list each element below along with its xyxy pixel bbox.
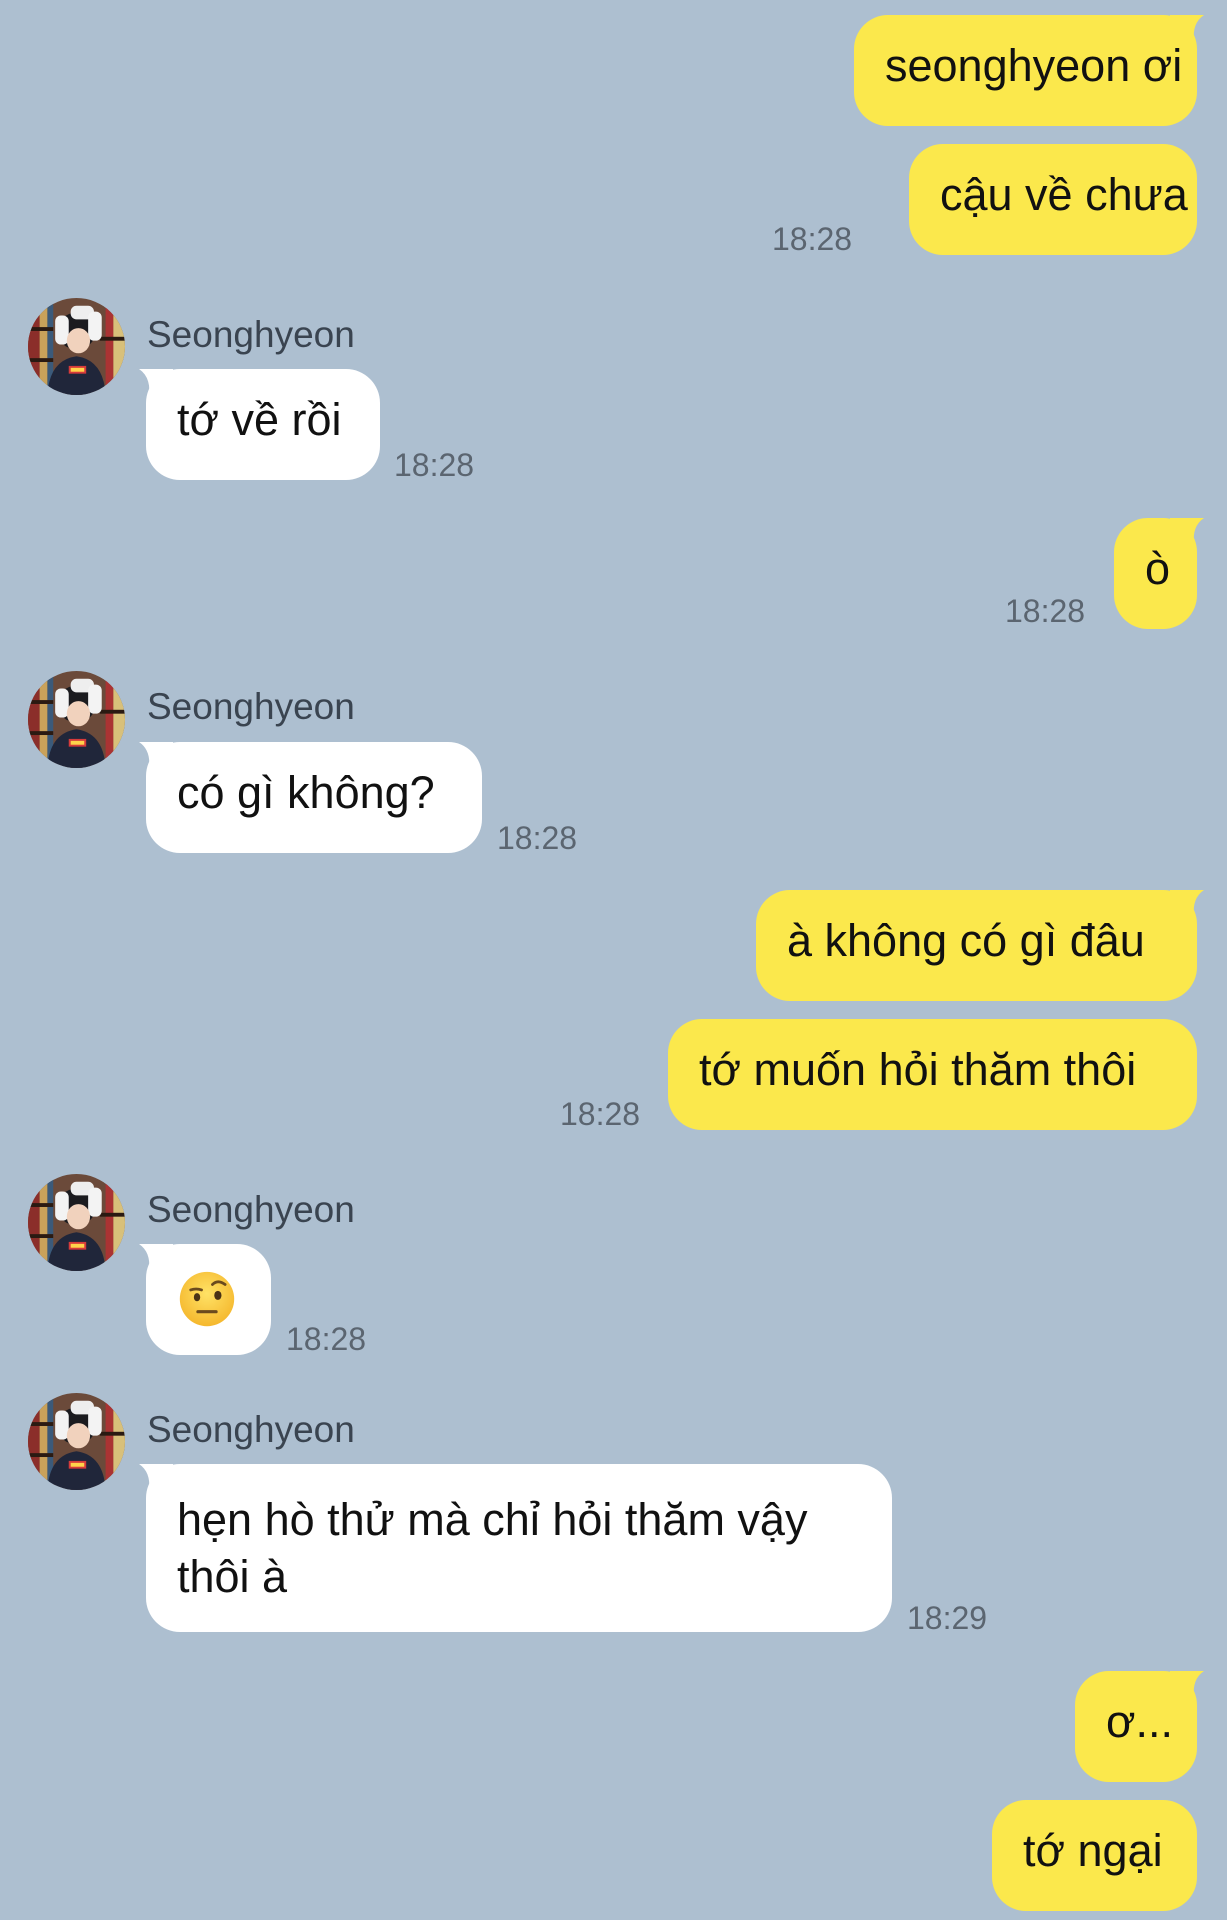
avatar-photo: [28, 671, 125, 768]
my-message-bubble[interactable]: ơ...: [1075, 1671, 1204, 1782]
contact-name: Seonghyeon: [147, 1189, 355, 1230]
contact-name: Seonghyeon: [147, 686, 355, 727]
message-text: tớ ngại: [1023, 1825, 1163, 1876]
bubble-tail-icon: [139, 369, 173, 395]
message-timestamp: 18:28: [497, 820, 578, 856]
my-message-bubble[interactable]: cậu về chưa: [909, 144, 1197, 255]
my-message-bubble[interactable]: tớ ngại: [992, 1800, 1197, 1911]
face-with-raised-eyebrow-icon: [179, 1271, 235, 1327]
my-message-bubble[interactable]: tớ muốn hỏi thăm thôi: [668, 1019, 1197, 1130]
contact-avatar[interactable]: [28, 1393, 125, 1490]
contact-avatar[interactable]: [28, 298, 125, 395]
message-timestamp: 18:28: [286, 1321, 367, 1357]
their-message-bubble[interactable]: hẹn hò thử mà chỉ hỏi thăm vậy thôi à: [139, 1464, 892, 1632]
their-message-bubble[interactable]: tớ về rồi: [139, 369, 380, 480]
chat-area[interactable]: seonghyeon ơi cậu về chưa 18:28 Seonghye…: [0, 0, 1227, 1920]
message-timestamp: 18:29: [907, 1600, 988, 1636]
contact-avatar[interactable]: [28, 1174, 125, 1271]
message-text: à không có gì đâu: [787, 915, 1145, 966]
message-text: ơ...: [1106, 1696, 1174, 1747]
message-text: seonghyeon ơi: [885, 40, 1183, 91]
bubble-tail-icon: [139, 1244, 173, 1270]
bubble-tail-icon: [1170, 15, 1204, 41]
message-text: cậu về chưa: [940, 169, 1188, 220]
bubble-tail-icon: [1170, 1671, 1204, 1697]
bubble-tail-icon: [1170, 518, 1204, 544]
message-timestamp: 18:28: [560, 1096, 641, 1132]
avatar-photo: [28, 298, 125, 395]
bubble-tail-icon: [1170, 890, 1204, 916]
message-timestamp: 18:28: [1005, 593, 1086, 629]
message-text: hẹn hò thử mà chỉ hỏi thăm vậy thôi à: [177, 1494, 808, 1602]
message-text: có gì không?: [177, 767, 435, 818]
contact-name: Seonghyeon: [147, 1409, 355, 1450]
contact-name: Seonghyeon: [147, 314, 355, 355]
my-message-bubble[interactable]: à không có gì đâu: [756, 890, 1204, 1001]
message-text: ò: [1145, 543, 1171, 594]
their-message-bubble[interactable]: có gì không?: [139, 742, 482, 853]
message-text: tớ về rồi: [177, 394, 342, 445]
avatar-photo: [28, 1174, 125, 1271]
their-message-bubble[interactable]: [139, 1244, 271, 1355]
bubble-tail-icon: [139, 1464, 173, 1490]
bubble-tail-icon: [139, 742, 173, 768]
contact-avatar[interactable]: [28, 671, 125, 768]
message-timestamp: 18:28: [394, 447, 475, 483]
avatar-photo: [28, 1393, 125, 1490]
my-message-bubble[interactable]: ò: [1114, 518, 1204, 629]
message-text: tớ muốn hỏi thăm thôi: [699, 1044, 1137, 1095]
message-timestamp: 18:28: [772, 221, 853, 257]
my-message-bubble[interactable]: seonghyeon ơi: [854, 15, 1204, 126]
